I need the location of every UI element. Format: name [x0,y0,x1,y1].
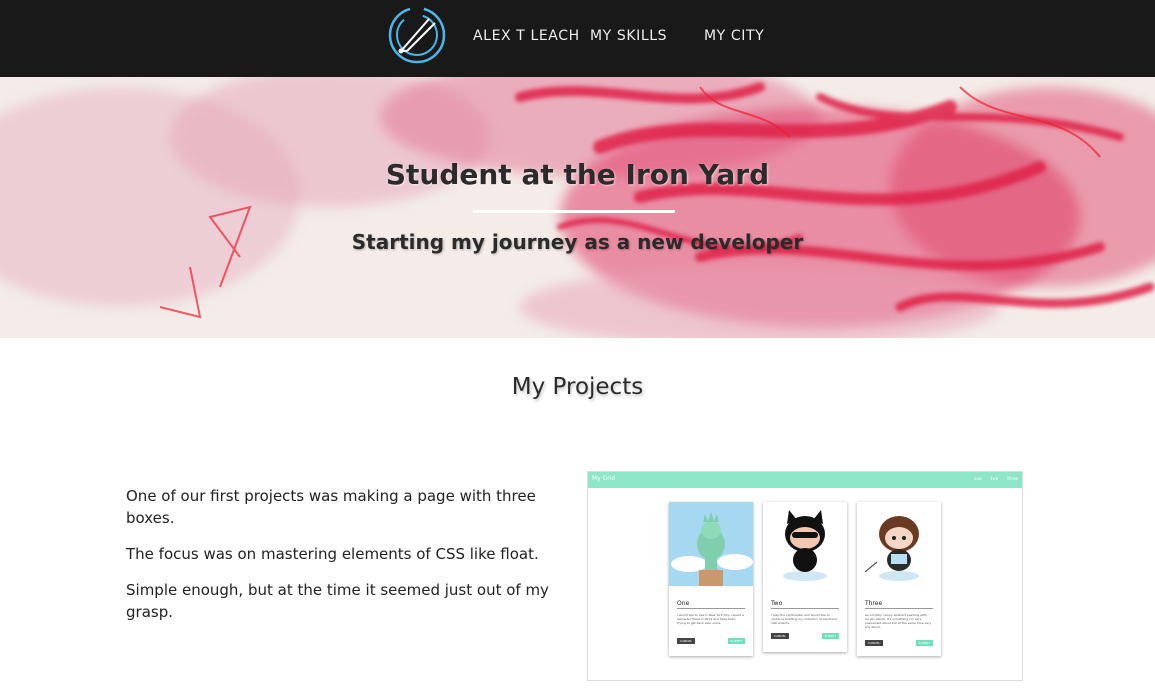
screenshot-card-two: Two I play the synthesizer and would lik… [763,502,847,652]
screenshot-navbar: My Grid one two three [588,472,1022,488]
nav-link-my-city[interactable]: MY CITY [704,28,764,44]
project-screenshot[interactable]: My Grid one two three One I would like t… [587,471,1023,681]
hero-divider [473,210,675,213]
top-navbar: ALEX T LEACH MY SKILLS MY CITY [0,0,1155,77]
screenshot-card-three: Three As a hobby I enjoy abstract painti… [857,502,941,656]
cool-octocat-image [763,502,847,586]
girl-octocat-image [857,502,941,586]
card-divider [771,608,839,609]
card-title: Two [771,600,783,607]
card-cancel-button: CANCEL [865,640,884,646]
nav-link-home[interactable]: ALEX T LEACH [473,28,580,44]
card-text: As a hobby I enjoy abstract painting wit… [865,613,932,629]
nav-link-my-skills[interactable]: MY SKILLS [590,28,667,44]
screenshot-nav-links: one two three [974,476,1018,481]
project-paragraph: The focus was on mastering elements of C… [126,545,539,563]
hero-title: Student at the Iron Yard [385,158,770,191]
card-submit-button: SUBMIT [821,633,839,639]
hero-banner: Student at the Iron Yard Starting my jou… [0,77,1155,338]
card-title: Three [865,600,883,607]
screenshot-card-one: One I would like to live in New York Cit… [669,502,753,656]
project-paragraph: Simple enough, but at the time it seemed… [126,581,549,621]
screenshot-brand: My Grid [592,475,616,482]
hero-subtitle: Starting my journey as a new developer [351,230,804,254]
projects-heading: My Projects [511,374,644,400]
card-cancel-button: CANCEL [677,638,696,644]
project-paragraph: One of our first projects was making a p… [126,487,536,527]
project-description: One of our first projects was making a p… [126,485,586,637]
card-submit-button: SUBMIT [915,640,933,646]
card-text: I play the synthesizer and would like to… [771,613,838,625]
watercolor-background-image [0,77,1155,338]
card-text: I would like to live in New York City. I… [677,613,744,625]
card-submit-button: SUBMIT [727,638,745,644]
card-divider [677,608,745,609]
statue-octocat-image [669,502,753,586]
tuning-fork-circle-icon[interactable] [387,5,447,65]
card-cancel-button: CANCEL [771,633,790,639]
card-title: One [677,600,690,607]
card-divider [865,608,933,609]
